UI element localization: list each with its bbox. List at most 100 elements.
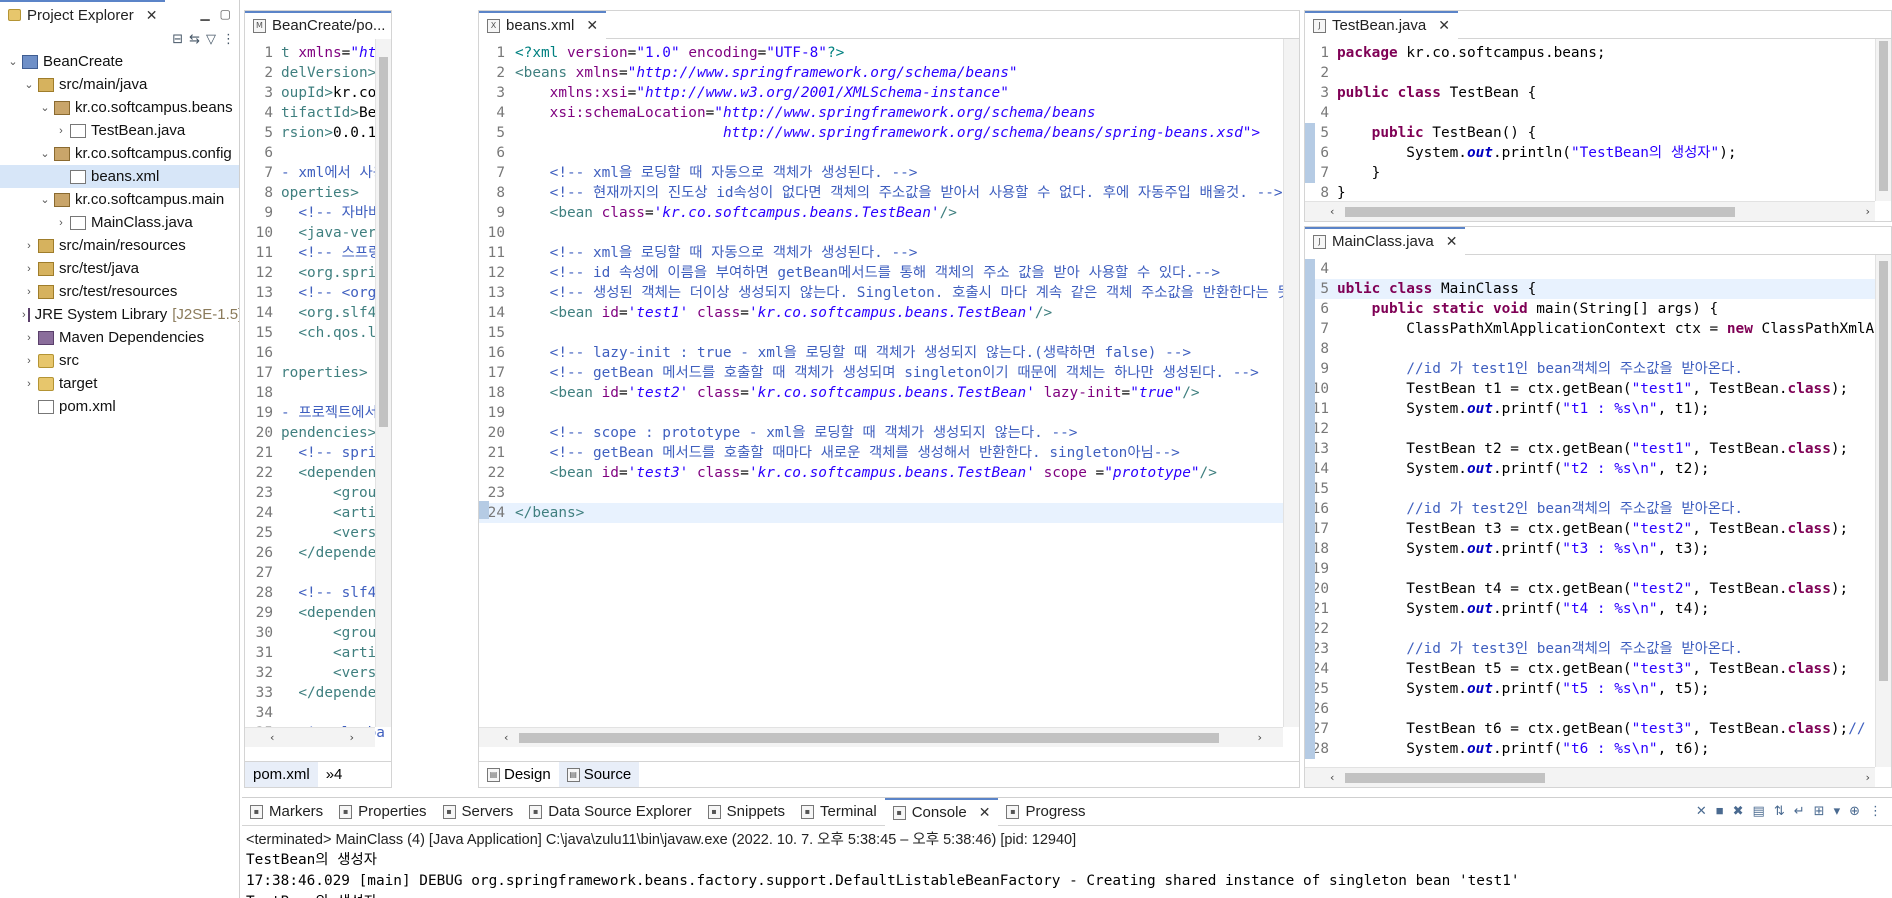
chevron-icon[interactable]: › [22, 355, 36, 367]
code-line: 28 System.out.printf("t6 : %s\n", t6); [1305, 739, 1891, 759]
chevron-icon[interactable]: ⌄ [38, 147, 52, 160]
chevron-icon[interactable]: ⌄ [22, 78, 36, 91]
xml-file-icon: M [253, 18, 266, 33]
tab-beans-xml[interactable]: X beans.xml ✕ [479, 11, 607, 39]
tab-pom-xml[interactable]: pom.xml [245, 761, 318, 787]
tree-item[interactable]: › MainClass.java [0, 211, 239, 234]
chevron-icon[interactable]: › [22, 378, 36, 390]
display-console-icon[interactable]: ▾ [1834, 803, 1841, 819]
filter-icon[interactable]: ▽ [206, 31, 216, 47]
tree-item[interactable]: pom.xml [0, 395, 239, 418]
chevron-icon[interactable]: › [22, 286, 36, 298]
tab-terminal[interactable]: ▪ Terminal [793, 798, 885, 826]
tab-label: TestBean.java [1332, 17, 1427, 34]
testbean-horizontal-scrollbar[interactable]: ‹ › [1305, 201, 1875, 221]
beans-horizontal-scrollbar[interactable]: ‹ › [479, 727, 1283, 747]
close-icon[interactable]: ✕ [979, 804, 991, 821]
code-line: 14 System.out.printf("t2 : %s\n", t2); [1305, 459, 1891, 479]
tab-snippets[interactable]: ▪ Snippets [700, 798, 793, 826]
line-number: 22 [487, 465, 505, 481]
mainclass-vertical-scrollbar[interactable] [1875, 255, 1891, 767]
link-with-editor-icon[interactable]: ⇆ [189, 31, 200, 47]
tree-item[interactable]: › JRE System Library [J2SE-1.5] [0, 303, 239, 326]
close-icon[interactable]: ✕ [1438, 17, 1450, 34]
tree-item[interactable]: › src [0, 349, 239, 372]
chevron-icon[interactable]: › [54, 125, 68, 137]
tree-item[interactable]: › target [0, 372, 239, 395]
close-icon[interactable]: ✕ [146, 7, 158, 24]
chevron-icon[interactable]: › [22, 263, 36, 275]
code-line: 20 TestBean t4 = ctx.getBean("test2", Te… [1305, 579, 1891, 599]
tree-item[interactable]: › src/main/resources [0, 234, 239, 257]
code-text: ClassPathXmlApplicationContext ctx = new… [1337, 321, 1875, 337]
project-explorer-icon [8, 9, 21, 21]
tab-project-explorer[interactable]: Project Explorer ✕ [0, 0, 166, 28]
tree-item[interactable]: ⌄ BeanCreate [0, 50, 239, 73]
remove-launch-icon[interactable]: ✕ [1696, 803, 1707, 819]
mainclass-code-area[interactable]: 4 5 ublic class MainClass {6 public static… [1305, 255, 1891, 787]
beans-code-area[interactable]: 1 <?xml version="1.0" encoding="UTF-8"?> 2… [479, 39, 1299, 761]
chevron-icon[interactable]: ⌄ [38, 101, 52, 114]
testbean-vertical-scrollbar[interactable] [1875, 39, 1891, 201]
tree-item[interactable]: ⌄ kr.co.softcampus.config [0, 142, 239, 165]
maximize-icon[interactable]: ▢ [220, 7, 231, 21]
scroll-lock-icon[interactable]: ⇅ [1774, 803, 1785, 819]
pin-console-icon[interactable]: ⊞ [1814, 803, 1825, 819]
tab-source[interactable]: ▤ Source [558, 761, 640, 787]
word-wrap-icon[interactable]: ↵ [1794, 803, 1805, 819]
tree-item[interactable]: ⌄ src/main/java [0, 73, 239, 96]
tree-item[interactable]: › Maven Dependencies [0, 326, 239, 349]
tab-data-source-explorer[interactable]: ▪ Data Source Explorer [521, 798, 699, 826]
tab-design[interactable]: ▤ Design [479, 762, 559, 788]
close-icon[interactable]: ✕ [1446, 233, 1458, 250]
code-text: delVersion> [281, 65, 377, 81]
tab-progress[interactable]: ▪ Progress [998, 798, 1093, 826]
pom-vertical-scrollbar[interactable] [375, 39, 391, 727]
remove-all-icon[interactable]: ✖ [1733, 803, 1744, 819]
open-console-icon[interactable]: ⊕ [1849, 803, 1860, 819]
mainclass-horizontal-scrollbar[interactable]: ‹ › [1305, 767, 1875, 787]
beans-vertical-scrollbar[interactable] [1283, 39, 1299, 727]
tab-markers[interactable]: ▪ Markers [242, 798, 331, 826]
file-icon [38, 399, 54, 414]
chevron-icon[interactable]: ⌄ [6, 55, 20, 68]
testbean-lines: 1 package kr.co.softcampus.beans; 2 3 public… [1305, 43, 1891, 203]
tree-item[interactable]: › src/test/resources [0, 280, 239, 303]
tree-item[interactable]: beans.xml [0, 165, 239, 188]
testbean-code-area[interactable]: 1 package kr.co.softcampus.beans; 2 3 public… [1305, 39, 1891, 221]
chevron-icon[interactable]: › [22, 240, 36, 252]
code-text: TestBean t2 = ctx.getBean("test1", TestB… [1337, 441, 1849, 457]
pom-code-area[interactable]: 1 t xmlns="ht 2 delVersion> 3 oupId>kr.co 4 tif… [245, 39, 391, 761]
clear-console-icon[interactable]: ▤ [1753, 803, 1765, 819]
tree-item[interactable]: ⌄ kr.co.softcampus.beans [0, 96, 239, 119]
tab-pom[interactable]: M BeanCreate/po... ✕ [245, 11, 391, 39]
tab-properties[interactable]: ▪ Properties [331, 798, 434, 826]
tree-item[interactable]: › TestBean.java [0, 119, 239, 142]
chevron-icon[interactable]: › [54, 217, 68, 229]
code-text: <org.sprin [298, 265, 385, 281]
code-text: <!-- id 속성에 이름을 부여하면 getBean메서드를 통해 객체의 … [549, 265, 1220, 281]
console-output[interactable]: TestBean의 생성자 17:38:46.029 [main] DEBUG o… [246, 850, 1892, 898]
minimize-icon[interactable]: ▁ [200, 7, 209, 21]
pom-horizontal-scrollbar[interactable]: ‹ › [245, 727, 375, 747]
view-menu-icon[interactable]: ⋮ [1869, 803, 1882, 819]
tree-item[interactable]: › src/test/java [0, 257, 239, 280]
tab-label: Properties [358, 803, 427, 820]
code-line: 30 <group [245, 623, 391, 643]
chevron-icon[interactable]: › [22, 309, 26, 321]
collapse-all-icon[interactable]: ⊟ [172, 31, 183, 47]
tab-mainclass-java[interactable]: J MainClass.java ✕ [1305, 227, 1466, 255]
terminate-icon[interactable]: ■ [1716, 803, 1724, 819]
line-number: 17 [255, 365, 273, 381]
tree-item[interactable]: ⌄ kr.co.softcampus.main [0, 188, 239, 211]
chevron-icon[interactable]: › [22, 332, 36, 344]
view-menu-icon[interactable]: ⋮ [222, 31, 235, 47]
tab-servers[interactable]: ▪ Servers [435, 798, 522, 826]
chevron-icon[interactable]: ⌄ [38, 193, 52, 206]
close-icon[interactable]: ✕ [586, 17, 598, 34]
tab-testbean-java[interactable]: J TestBean.java ✕ [1305, 11, 1458, 39]
code-line: 24 <artif [245, 503, 391, 523]
code-text: <group [332, 625, 385, 641]
tab-console[interactable]: ▪ Console ✕ [884, 798, 999, 826]
tab-more[interactable]: »4 [318, 762, 351, 788]
